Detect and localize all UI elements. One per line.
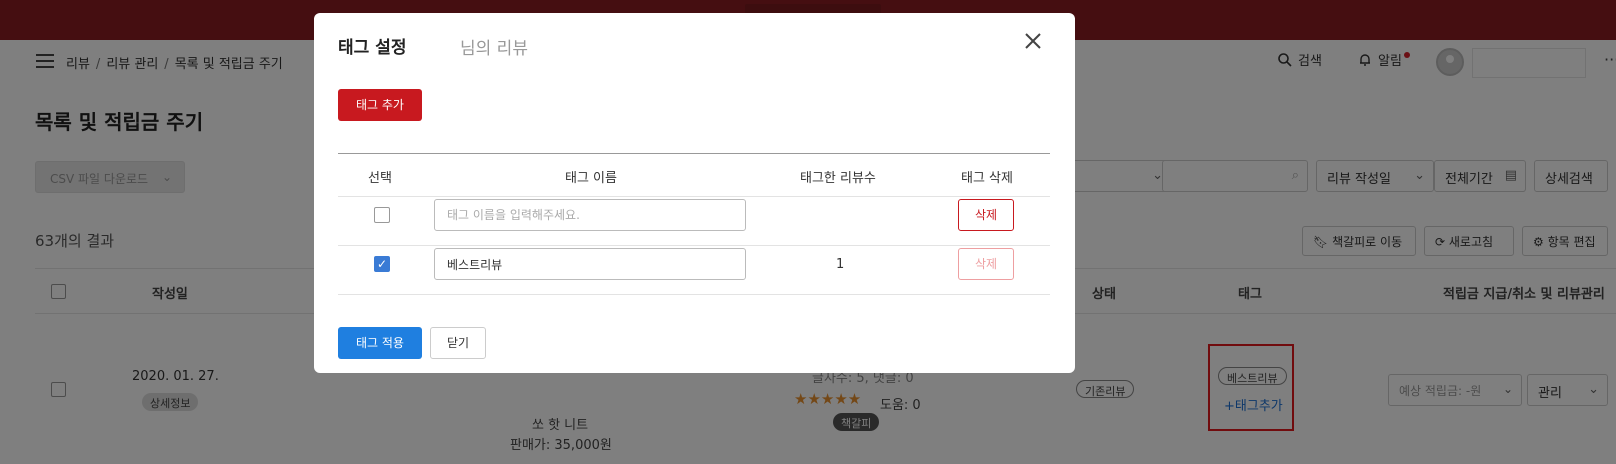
close-icon[interactable] bbox=[1024, 32, 1042, 55]
delete-tag-button[interactable]: 삭제 bbox=[958, 199, 1014, 231]
divider bbox=[338, 294, 1050, 295]
tag-review-count: 1 bbox=[836, 257, 845, 272]
tag-row-checkbox[interactable] bbox=[374, 207, 390, 223]
tag-row-checkbox[interactable]: ✓ bbox=[374, 256, 390, 272]
table-top-border bbox=[338, 153, 1050, 154]
tag-name-input[interactable] bbox=[434, 199, 746, 231]
checkmark-icon: ✓ bbox=[376, 257, 388, 271]
close-button[interactable]: 닫기 bbox=[430, 327, 486, 359]
delete-tag-button: 삭제 bbox=[958, 248, 1014, 280]
tab-tag-settings[interactable]: 태그 설정 bbox=[338, 33, 406, 58]
divider bbox=[338, 245, 1050, 246]
add-tag-button[interactable]: 태그 추가 bbox=[338, 89, 422, 121]
divider bbox=[338, 196, 1050, 197]
apply-tag-button[interactable]: 태그 적용 bbox=[338, 327, 422, 359]
column-header-tag-name: 태그 이름 bbox=[565, 171, 617, 186]
column-header-select: 선택 bbox=[368, 171, 392, 186]
tag-settings-modal: 태그 설정 님의 리뷰 태그 추가 선택 태그 이름 태그한 리뷰수 태그 삭제… bbox=[314, 13, 1075, 373]
column-header-delete: 태그 삭제 bbox=[961, 171, 1013, 186]
tab-user-review[interactable]: 님의 리뷰 bbox=[460, 34, 528, 59]
tag-name-input[interactable] bbox=[434, 248, 746, 280]
column-header-review-count: 태그한 리뷰수 bbox=[800, 171, 876, 186]
